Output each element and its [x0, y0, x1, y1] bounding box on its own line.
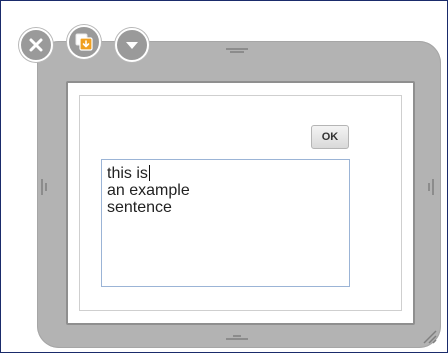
- text-line-2: an example: [107, 182, 190, 199]
- resize-handle-icon[interactable]: [421, 328, 437, 344]
- widget-frame: OK this is an example sentence: [37, 41, 441, 348]
- right-drag-grip-icon[interactable]: [427, 177, 435, 197]
- ok-button[interactable]: OK: [311, 125, 349, 149]
- widget-settings-button[interactable]: [67, 25, 101, 59]
- close-x-icon: [29, 38, 43, 52]
- close-button[interactable]: [19, 28, 53, 62]
- chevron-down-icon: [126, 42, 138, 49]
- text-line-1-content: this is: [107, 165, 148, 182]
- bottom-drag-grip-icon[interactable]: [226, 334, 248, 342]
- left-drag-grip-icon[interactable]: [40, 177, 48, 197]
- text-input-area[interactable]: this is an example sentence: [101, 159, 350, 287]
- top-drag-grip-icon[interactable]: [226, 47, 248, 55]
- text-line-1: this is: [107, 165, 349, 182]
- orange-widget-settings-icon: [75, 33, 93, 51]
- text-line-3: sentence: [107, 199, 172, 216]
- text-caret: [148, 165, 150, 181]
- screen: OK this is an example sentence: [0, 0, 448, 353]
- dialog-panel: OK this is an example sentence: [66, 81, 415, 325]
- collapse-button[interactable]: [115, 28, 149, 62]
